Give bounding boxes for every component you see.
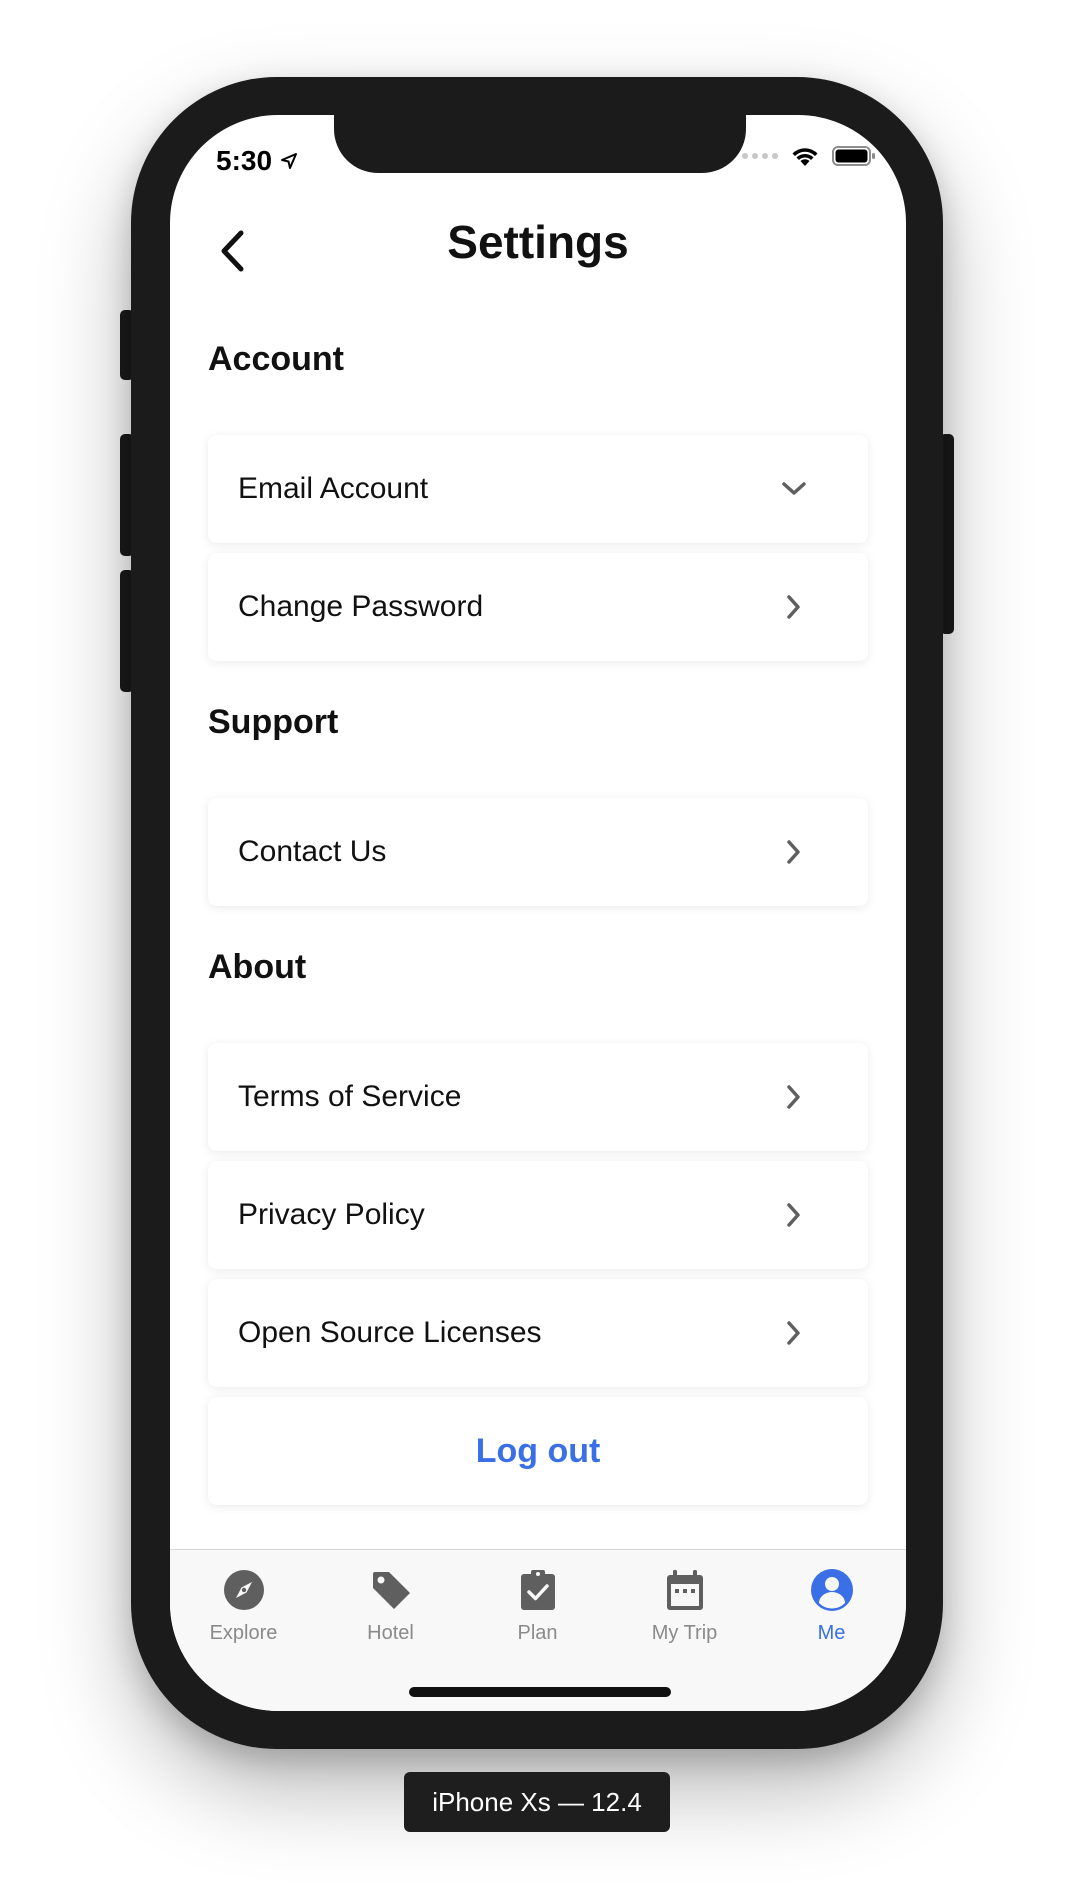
tab-me[interactable]: Me bbox=[758, 1550, 905, 1660]
wifi-icon bbox=[792, 148, 818, 166]
device-label: iPhone Xs — 12.4 bbox=[404, 1772, 670, 1832]
chevron-right-icon bbox=[780, 1201, 808, 1229]
chevron-right-icon bbox=[780, 838, 808, 866]
tab-explore[interactable]: Explore bbox=[170, 1550, 317, 1660]
tag-icon bbox=[365, 1564, 417, 1616]
terms-of-service-row[interactable]: Terms of Service bbox=[208, 1043, 868, 1151]
chevron-right-icon bbox=[780, 593, 808, 621]
row-label: Contact Us bbox=[238, 835, 387, 868]
signal-dots-icon bbox=[742, 153, 778, 159]
tab-plan[interactable]: Plan bbox=[464, 1550, 611, 1660]
status-time: 5:30 bbox=[216, 145, 298, 177]
chevron-down-icon bbox=[780, 475, 808, 503]
row-label: Change Password bbox=[238, 590, 484, 623]
tab-label: Me bbox=[817, 1622, 846, 1644]
phone-screen: 5:30 Settings Account Email Account Chan… bbox=[170, 115, 906, 1711]
calendar-icon bbox=[659, 1564, 711, 1616]
section-header-about: About bbox=[208, 948, 307, 986]
open-source-licenses-row[interactable]: Open Source Licenses bbox=[208, 1279, 868, 1387]
compass-icon bbox=[218, 1564, 270, 1616]
location-arrow-icon bbox=[281, 153, 298, 169]
tab-my-trip[interactable]: My Trip bbox=[611, 1550, 758, 1660]
user-icon bbox=[806, 1564, 858, 1616]
section-header-account: Account bbox=[208, 340, 344, 378]
status-time-text: 5:30 bbox=[216, 145, 273, 176]
logout-button[interactable]: Log out bbox=[208, 1397, 868, 1505]
tab-label: Hotel bbox=[367, 1622, 414, 1644]
chevron-right-icon bbox=[780, 1319, 808, 1347]
home-indicator bbox=[409, 1687, 671, 1697]
section-header-support: Support bbox=[208, 703, 339, 741]
tab-label: Plan bbox=[517, 1622, 558, 1644]
contact-us-row[interactable]: Contact Us bbox=[208, 798, 868, 906]
status-icons bbox=[742, 145, 876, 167]
tab-label: My Trip bbox=[651, 1622, 718, 1644]
tab-label: Explore bbox=[209, 1622, 278, 1644]
row-label: Terms of Service bbox=[238, 1080, 462, 1113]
email-account-row[interactable]: Email Account bbox=[208, 435, 868, 543]
clipboard-check-icon bbox=[512, 1564, 564, 1616]
logout-label: Log out bbox=[475, 1431, 601, 1470]
page-title: Settings bbox=[447, 216, 629, 268]
row-label: Email Account bbox=[238, 472, 429, 505]
row-label: Privacy Policy bbox=[238, 1198, 425, 1231]
change-password-row[interactable]: Change Password bbox=[208, 553, 868, 661]
battery-icon bbox=[832, 146, 875, 166]
chevron-right-icon bbox=[780, 1083, 808, 1111]
privacy-policy-row[interactable]: Privacy Policy bbox=[208, 1161, 868, 1269]
tab-hotel[interactable]: Hotel bbox=[317, 1550, 464, 1660]
notch bbox=[334, 115, 746, 173]
row-label: Open Source Licenses bbox=[238, 1316, 542, 1349]
